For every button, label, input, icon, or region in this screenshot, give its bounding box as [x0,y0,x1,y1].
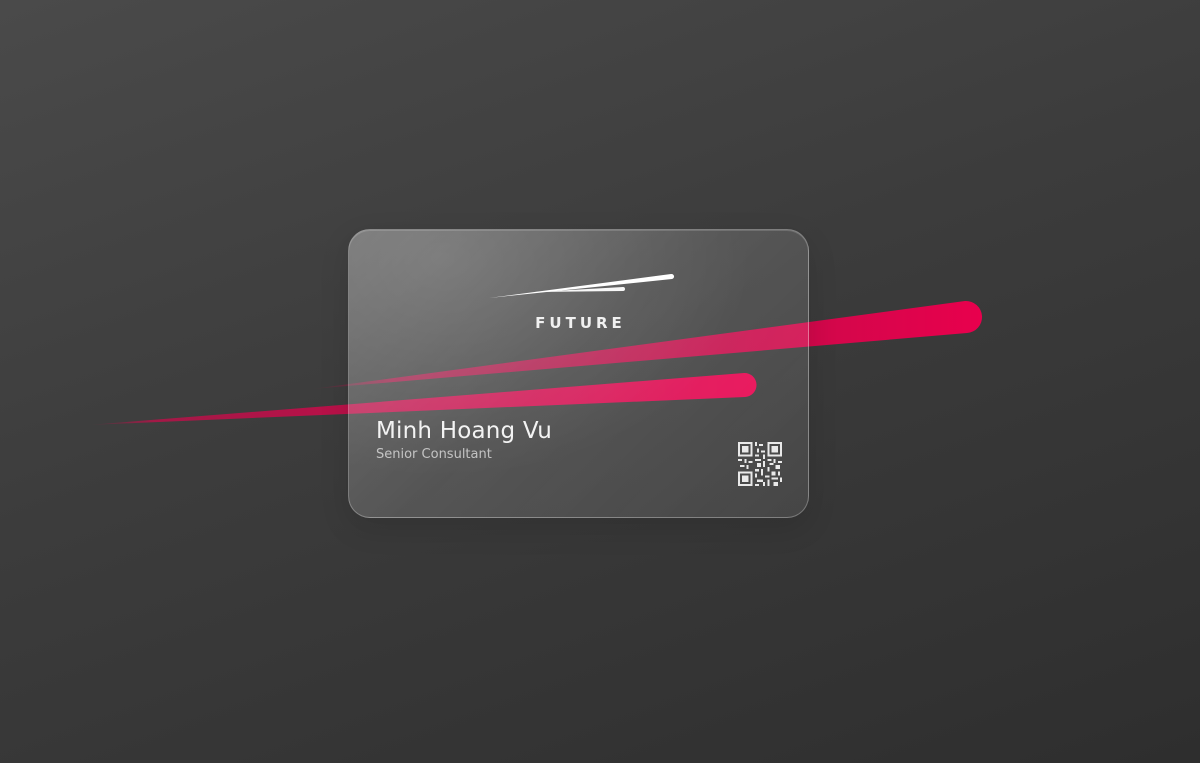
swoosh-logo-icon [489,273,675,298]
card-holder-name: Minh Hoang Vu [376,418,552,444]
card-holder-title: Senior Consultant [376,447,492,462]
business-card: FUTURE Minh Hoang Vu Senior Consultant [348,229,809,518]
scene: FUTURE Minh Hoang Vu Senior Consultant [0,0,1200,763]
qr-code-icon [738,442,782,486]
brand-name: FUTURE [535,314,626,332]
